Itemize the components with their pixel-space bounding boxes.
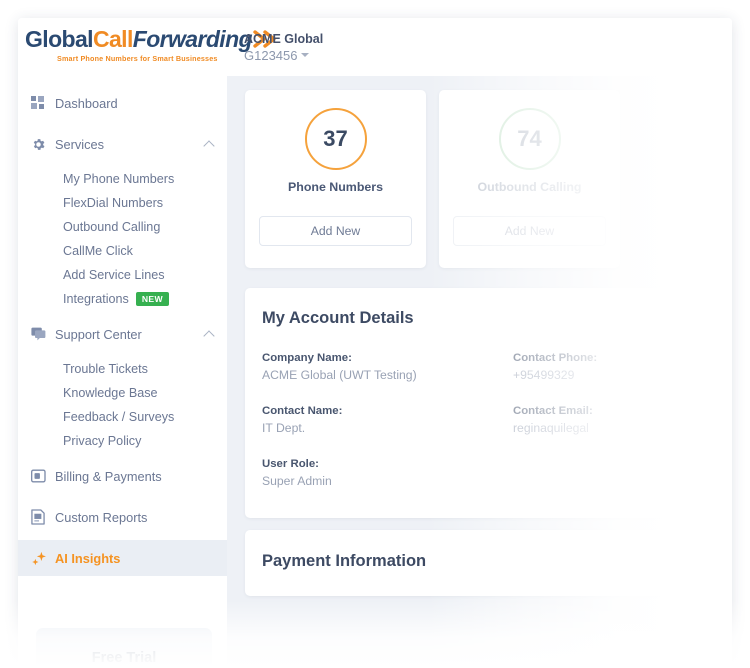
detail-value: Super Admin [262, 474, 332, 488]
sidebar-subitem-label: Integrations [63, 292, 129, 306]
sidebar-subitem-privacy-policy[interactable]: Privacy Policy [18, 429, 227, 453]
sidebar-item-ai-insights[interactable]: AI Insights [18, 540, 227, 576]
chevron-up-icon [203, 330, 215, 342]
sidebar-subitem-add-service-lines[interactable]: Add Service Lines [18, 263, 227, 287]
sidebar-item-dashboard[interactable]: Dashboard [18, 85, 227, 121]
sidebar-subitem-label: Trouble Tickets [63, 362, 148, 376]
payment-title: Payment Information [262, 552, 427, 570]
sparkles-icon [31, 548, 55, 568]
stat-ring: 74 [498, 108, 561, 170]
sidebar-subitem-label: CallMe Click [63, 244, 133, 258]
sidebar-navigation: Dashboard Services My Phone Numbers Flex… [18, 76, 228, 668]
add-new-outbound-calling-button[interactable]: Add New [453, 216, 606, 246]
stat-ring: 37 [304, 108, 367, 170]
caret-down-icon [300, 53, 309, 57]
detail-label: Contact Email: [513, 405, 593, 417]
account-id-row[interactable]: G123456 [244, 47, 394, 65]
logo-wordmark: GlobalCallForwarding [25, 26, 276, 54]
stat-value: 74 [517, 126, 542, 151]
sidebar-item-billing-payments[interactable]: Billing & Payments [18, 458, 227, 494]
stat-card-outbound-calling[interactable]: 74 Outbound Calling Add New [439, 90, 620, 268]
account-switcher[interactable]: ACME Global G123456 [244, 31, 394, 65]
sidebar-item-support-center[interactable]: Support Center [18, 316, 227, 352]
page-title: My Account Details [262, 309, 414, 327]
status-badge-new: NEW [135, 292, 170, 306]
sidebar-subitem-flexdial-numbers[interactable]: FlexDial Numbers [18, 191, 227, 215]
report-document-icon [31, 507, 55, 527]
detail-group-contact-name: Contact Name: IT Dept. [262, 403, 417, 438]
stat-card-phone-numbers[interactable]: 37 Phone Numbers Add New [245, 90, 426, 268]
account-details-right-column: Contact Phone: +95499329 Contact Email: … [513, 350, 597, 456]
grid-dashboard-icon [31, 93, 55, 113]
main-content: 37 Phone Numbers Add New 74 Outbound Cal… [227, 76, 732, 668]
sidebar-subitem-my-phone-numbers[interactable]: My Phone Numbers [18, 167, 227, 191]
sidebar-subitem-label: Privacy Policy [63, 434, 142, 448]
sidebar-item-label: Support Center [55, 326, 142, 342]
sidebar-subitem-label: My Phone Numbers [63, 172, 175, 186]
logo-tagline: Smart Phone Numbers for Smart Businesses [57, 54, 218, 63]
sidebar-item-label: AI Insights [55, 550, 121, 566]
stat-value: 37 [323, 126, 348, 151]
sidebar-item-label: Custom Reports [55, 509, 148, 525]
sidebar-subitem-label: Add Service Lines [63, 268, 165, 282]
detail-value: ACME Global (UWT Testing) [262, 368, 417, 382]
account-name: ACME Global [244, 32, 324, 46]
sidebar-item-services[interactable]: Services [18, 126, 227, 162]
chat-bubbles-icon [31, 324, 55, 344]
wallet-icon [31, 466, 55, 486]
account-details-left-column: Company Name: ACME Global (UWT Testing) … [262, 350, 417, 509]
sidebar-subitem-callme-click[interactable]: CallMe Click [18, 239, 227, 263]
sidebar-item-label: Dashboard [55, 95, 118, 111]
add-new-phone-numbers-button[interactable]: Add New [259, 216, 412, 246]
detail-group-user-role: User Role: Super Admin [262, 456, 417, 491]
sidebar-subitem-feedback-surveys[interactable]: Feedback / Surveys [18, 405, 227, 429]
detail-label: Company Name: [262, 352, 352, 364]
free-trial-card[interactable]: Free Trial [36, 628, 212, 668]
app-window: GlobalCallForwarding Smart Phone Numbers… [18, 18, 732, 668]
payment-information-panel: Payment Information [245, 530, 705, 596]
gear-icon [31, 134, 55, 154]
sidebar-item-label: Services [55, 136, 105, 152]
detail-value: reginaquilegal [513, 421, 589, 435]
logo-text-forwarding: Forwarding [132, 26, 253, 52]
sidebar-subitem-label: FlexDial Numbers [63, 196, 164, 210]
brand-logo[interactable]: GlobalCallForwarding Smart Phone Numbers… [25, 26, 276, 67]
detail-label: User Role: [262, 458, 319, 470]
detail-label: Contact Phone: [513, 352, 598, 364]
sidebar-subitem-label: Knowledge Base [63, 386, 158, 400]
free-trial-label: Free Trial [91, 650, 157, 666]
stat-title: Outbound Calling [477, 180, 582, 194]
app-body: Dashboard Services My Phone Numbers Flex… [18, 76, 732, 668]
sidebar-subitem-integrations[interactable]: Integrations NEW [18, 287, 227, 311]
sidebar-subitem-label: Feedback / Surveys [63, 410, 175, 424]
account-details-panel: My Account Details Company Name: ACME Gl… [245, 288, 705, 518]
sidebar-item-custom-reports[interactable]: Custom Reports [18, 499, 227, 535]
sidebar-subitem-knowledge-base[interactable]: Knowledge Base [18, 381, 227, 405]
detail-group-company-name: Company Name: ACME Global (UWT Testing) [262, 350, 417, 385]
logo-text-global: Global [25, 26, 94, 52]
detail-label: Contact Name: [262, 405, 343, 417]
sidebar-item-label: Billing & Payments [55, 468, 162, 484]
chevron-up-icon [203, 140, 215, 152]
stat-title: Phone Numbers [287, 180, 383, 194]
detail-group-contact-email: Contact Email: reginaquilegal [513, 403, 597, 438]
stats-row: 37 Phone Numbers Add New 74 Outbound Cal… [245, 90, 620, 268]
logo-text-call: Call [92, 26, 133, 52]
account-id: G123456 [244, 48, 298, 63]
detail-value: IT Dept. [262, 421, 306, 435]
sidebar-subitem-outbound-calling[interactable]: Outbound Calling [18, 215, 227, 239]
detail-group-contact-phone: Contact Phone: +95499329 [513, 350, 597, 385]
app-header: GlobalCallForwarding Smart Phone Numbers… [18, 18, 732, 77]
sidebar-subitem-trouble-tickets[interactable]: Trouble Tickets [18, 357, 227, 381]
detail-value: +95499329 [513, 368, 575, 382]
sidebar-subitem-label: Outbound Calling [63, 220, 161, 234]
